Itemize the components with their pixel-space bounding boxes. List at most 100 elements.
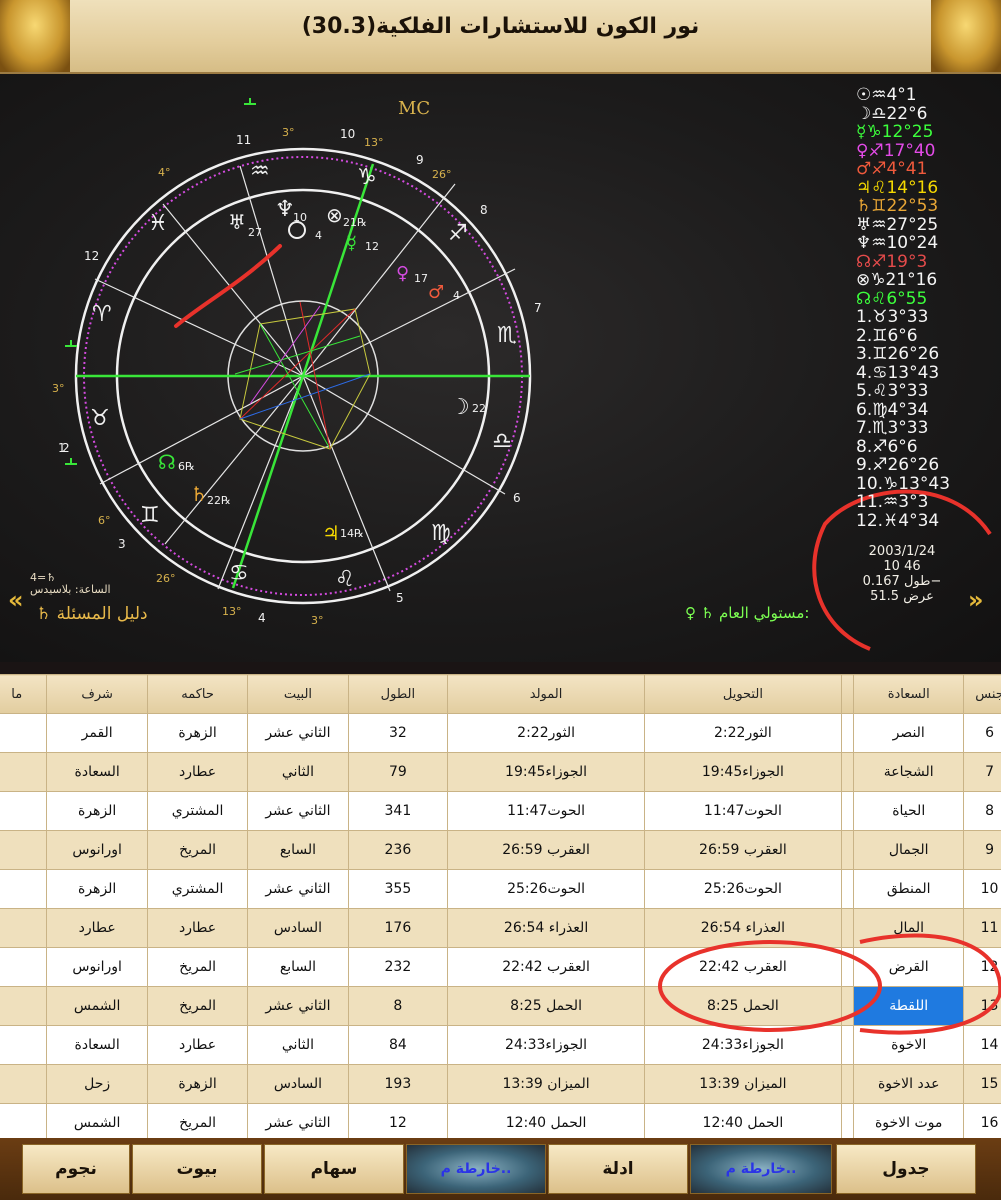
- cell-num[interactable]: 11: [963, 908, 1001, 948]
- cell-num[interactable]: 15: [963, 1064, 1001, 1104]
- cell-bayt[interactable]: الثاني عشر: [247, 713, 349, 753]
- cell-num[interactable]: 14: [963, 1025, 1001, 1065]
- cell-num[interactable]: 12: [963, 947, 1001, 987]
- cell-mawlid[interactable]: العقرب 26:59: [447, 830, 645, 870]
- cell-blank[interactable]: [840, 986, 855, 1026]
- cell-bayt[interactable]: السابع: [247, 947, 349, 987]
- table-row[interactable]: 11 المال العذراء 26:54 العذراء 26:54 176 السا…: [0, 908, 1001, 948]
- cell-name[interactable]: اللقطة: [853, 986, 965, 1026]
- tab-chart-globe-2[interactable]: خارطة م..: [406, 1144, 546, 1194]
- cell-sharaf[interactable]: القمر: [46, 713, 148, 753]
- table-row[interactable]: 6 النصر الثور2:22 الثور2:22 32 الثاني عشر الزه…: [0, 713, 1001, 753]
- next-chevron-icon[interactable]: »: [968, 586, 984, 614]
- cell-name[interactable]: النصر: [853, 713, 965, 753]
- table-row[interactable]: 14 الاخوة الجوزاء24:33 الجوزاء24:33 84 الثاني…: [0, 1025, 1001, 1065]
- cell-sharaf[interactable]: السعادة: [46, 1025, 148, 1065]
- cell-blank[interactable]: [840, 1103, 855, 1138]
- cell-blank[interactable]: [840, 752, 855, 792]
- cell-bayt[interactable]: الثاني عشر: [247, 986, 349, 1026]
- cell-tul[interactable]: 8: [347, 986, 449, 1026]
- cell-name[interactable]: الحياة: [853, 791, 965, 831]
- cell-tul[interactable]: 193: [347, 1064, 449, 1104]
- cell-bayt[interactable]: السادس: [247, 908, 349, 948]
- table-row[interactable]: 9 الجمال العقرب 26:59 العقرب 26:59 236 السابع…: [0, 830, 1001, 870]
- cell-bayt[interactable]: السابع: [247, 830, 349, 870]
- table-row[interactable]: 7 الشجاعة الجوزاء19:45 الجوزاء19:45 79 الثاني…: [0, 752, 1001, 792]
- cell-hakim[interactable]: المريخ: [146, 1103, 249, 1138]
- tab-houses[interactable]: بيوت: [132, 1144, 262, 1194]
- cell-name[interactable]: المنطق: [853, 869, 965, 909]
- cell-name[interactable]: القرض: [853, 947, 965, 987]
- cell-name[interactable]: الجمال: [853, 830, 965, 870]
- cell-extra[interactable]: [0, 869, 48, 909]
- col-header-tahwil[interactable]: التحويل: [643, 674, 842, 714]
- cell-name[interactable]: المال: [853, 908, 965, 948]
- cell-hakim[interactable]: المشتري: [146, 869, 249, 909]
- cell-mawlid[interactable]: الحوت11:47: [447, 791, 645, 831]
- cell-hakim[interactable]: عطارد: [146, 908, 249, 948]
- table-row[interactable]: 15 عدد الاخوة الميزان 13:39 الميزان 13:39 19…: [0, 1064, 1001, 1104]
- cell-bayt[interactable]: الثاني عشر: [247, 1103, 349, 1138]
- cell-num[interactable]: 9: [963, 830, 1001, 870]
- tab-indicators[interactable]: ادلة: [548, 1144, 688, 1194]
- cell-num[interactable]: 6: [963, 713, 1001, 753]
- col-header-bayt[interactable]: البيت: [247, 674, 349, 714]
- cell-mawlid[interactable]: الميزان 13:39: [447, 1064, 645, 1104]
- table-row[interactable]: 8 الحياة الحوت11:47 الحوت11:47 341 الثاني عشر…: [0, 791, 1001, 831]
- cell-mawlid[interactable]: العقرب 22:42: [447, 947, 645, 987]
- cell-hakim[interactable]: الزهرة: [146, 713, 249, 753]
- cell-num[interactable]: 8: [963, 791, 1001, 831]
- cell-extra[interactable]: [0, 986, 48, 1026]
- cell-sharaf[interactable]: السعادة: [46, 752, 148, 792]
- cell-blank[interactable]: [840, 908, 855, 948]
- cell-blank[interactable]: [840, 791, 855, 831]
- horoscope-wheel[interactable]: MC 11 10 9 8 7 6 5 4 3 2 1 12 3° 13° 26°…: [0, 74, 1001, 662]
- cell-tul[interactable]: 236: [347, 830, 449, 870]
- cell-bayt[interactable]: الثاني عشر: [247, 869, 349, 909]
- cell-blank[interactable]: [840, 713, 855, 753]
- cell-tul[interactable]: 79: [347, 752, 449, 792]
- cell-hakim[interactable]: الزهرة: [146, 1064, 249, 1104]
- cell-hakim[interactable]: عطارد: [146, 752, 249, 792]
- cell-tul[interactable]: 32: [347, 713, 449, 753]
- cell-extra[interactable]: [0, 791, 48, 831]
- cell-sharaf[interactable]: زحل: [46, 1064, 148, 1104]
- cell-blank[interactable]: [840, 1025, 855, 1065]
- cell-extra[interactable]: [0, 1064, 48, 1104]
- cell-sharaf[interactable]: اورانوس: [46, 830, 148, 870]
- cell-hakim[interactable]: المريخ: [146, 986, 249, 1026]
- cell-tahwil[interactable]: الثور2:22: [643, 713, 842, 753]
- cell-tahwil[interactable]: العقرب 22:42: [643, 947, 842, 987]
- cell-extra[interactable]: [0, 1103, 48, 1138]
- cell-tahwil[interactable]: العذراء 26:54: [643, 908, 842, 948]
- cell-extra[interactable]: [0, 1025, 48, 1065]
- cell-hakim[interactable]: المريخ: [146, 947, 249, 987]
- table-row[interactable]: 12 القرض العقرب 22:42 العقرب 22:42 232 السابع…: [0, 947, 1001, 987]
- cell-name[interactable]: عدد الاخوة: [853, 1064, 965, 1104]
- cell-tul[interactable]: 232: [347, 947, 449, 987]
- cell-mawlid[interactable]: الحوت25:26: [447, 869, 645, 909]
- cell-blank[interactable]: [840, 869, 855, 909]
- table-row[interactable]: 16 موت الاخوة الحمل 12:40 الحمل 12:40 12 الثا…: [0, 1103, 1001, 1138]
- cell-tahwil[interactable]: الجوزاء24:33: [643, 1025, 842, 1065]
- cell-hakim[interactable]: المشتري: [146, 791, 249, 831]
- col-header-mawlid[interactable]: المولد: [447, 674, 645, 714]
- cell-mawlid[interactable]: الحمل 12:40: [447, 1103, 645, 1138]
- cell-tul[interactable]: 355: [347, 869, 449, 909]
- cell-blank[interactable]: [840, 947, 855, 987]
- cell-tul[interactable]: 12: [347, 1103, 449, 1138]
- cell-name[interactable]: الاخوة: [853, 1025, 965, 1065]
- cell-bayt[interactable]: السادس: [247, 1064, 349, 1104]
- cell-tahwil[interactable]: الجوزاء19:45: [643, 752, 842, 792]
- col-header-extra[interactable]: ما: [0, 674, 48, 714]
- cell-hakim[interactable]: المريخ: [146, 830, 249, 870]
- table-row[interactable]: 13 اللقطة الحمل 8:25 الحمل 8:25 8 الثاني عشر ا…: [0, 986, 1001, 1026]
- cell-tul[interactable]: 84: [347, 1025, 449, 1065]
- col-header-sharaf[interactable]: شرف: [46, 674, 148, 714]
- cell-mawlid[interactable]: الجوزاء19:45: [447, 752, 645, 792]
- col-header-saada[interactable]: السعادة: [853, 674, 965, 714]
- cell-blank[interactable]: [840, 1064, 855, 1104]
- cell-extra[interactable]: [0, 713, 48, 753]
- cell-sharaf[interactable]: الشمس: [46, 1103, 148, 1138]
- cell-extra[interactable]: [0, 908, 48, 948]
